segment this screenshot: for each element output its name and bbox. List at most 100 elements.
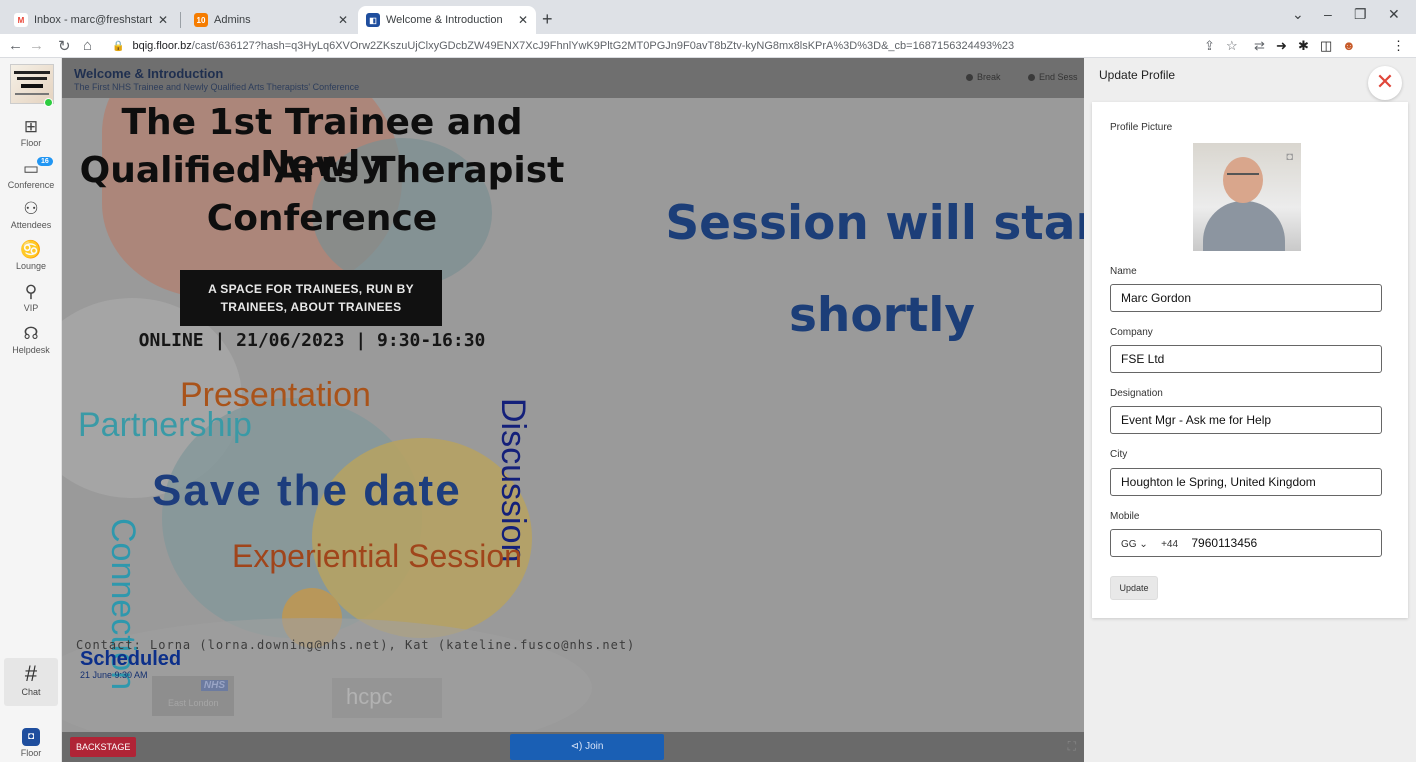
address-bar: ← → ↻ ⌂ 🔒 bqig.floor.bz /cast/636127?has… bbox=[0, 34, 1416, 58]
profile-picture-label: Profile Picture bbox=[1110, 122, 1173, 133]
admins-favicon-icon: 10 bbox=[194, 13, 208, 27]
url-host: bqig.floor.bz bbox=[132, 40, 192, 52]
close-tab-icon[interactable]: ✕ bbox=[338, 13, 348, 27]
sidebar-item-label: Helpdesk bbox=[12, 345, 50, 355]
share-icon[interactable]: ⇪ bbox=[1204, 38, 1215, 54]
poster-word-partnership: Partnership bbox=[78, 406, 252, 444]
designation-label: Designation bbox=[1110, 388, 1163, 399]
microphone-icon: ⚲ bbox=[24, 282, 38, 301]
close-window-icon[interactable]: ✕ bbox=[1388, 6, 1400, 23]
sidebar-item-helpdesk[interactable]: ☊ Helpdesk bbox=[0, 324, 62, 356]
bookmark-star-icon[interactable]: ☆ bbox=[1226, 38, 1238, 54]
hash-icon: # bbox=[24, 661, 38, 686]
session-subtitle: The First NHS Trainee and Newly Qualifie… bbox=[74, 82, 360, 92]
sidepanel-icon[interactable]: ◫ bbox=[1320, 38, 1332, 54]
browser-tab-bar: M Inbox - marc@freshstartevents.u ✕ 10 A… bbox=[0, 0, 1416, 34]
sidebar-item-vip[interactable]: ⚲ VIP bbox=[0, 282, 62, 314]
name-field[interactable]: Marc Gordon bbox=[1110, 284, 1382, 312]
tab-admins[interactable]: 10 Admins ✕ bbox=[186, 6, 356, 34]
sofa-icon: ♋ bbox=[20, 240, 42, 259]
minimize-icon[interactable]: – bbox=[1324, 6, 1332, 22]
menu-kebab-icon[interactable]: ⋮ bbox=[1392, 38, 1405, 54]
poster-word-experiential: Experiential Session bbox=[232, 538, 522, 574]
poster-tagline-box: A SPACE FOR TRAINEES, RUN BY TRAINEES, A… bbox=[180, 270, 442, 326]
close-tab-icon[interactable]: ✕ bbox=[518, 13, 528, 27]
stage-header: Welcome & Introduction The First NHS Tra… bbox=[62, 58, 1084, 98]
home-icon[interactable]: ⌂ bbox=[83, 37, 92, 54]
break-button[interactable]: Break bbox=[966, 72, 1001, 82]
join-button[interactable]: ⊲) Join bbox=[510, 734, 664, 760]
break-dot-icon bbox=[966, 73, 973, 81]
app-window: M Inbox - marc@freshstartevents.u ✕ 10 A… bbox=[0, 0, 1416, 762]
name-value: Marc Gordon bbox=[1121, 291, 1192, 305]
close-tab-icon[interactable]: ✕ bbox=[158, 13, 168, 27]
camera-icon[interactable]: ◘ bbox=[1286, 151, 1293, 163]
designation-field[interactable]: Event Mgr - Ask me for Help bbox=[1110, 406, 1382, 434]
tab-title: Inbox - marc@freshstartevents.u bbox=[34, 14, 152, 26]
country-code-select[interactable]: GG ⌄ bbox=[1121, 539, 1148, 550]
arrow-extension-icon[interactable]: ➜ bbox=[1276, 38, 1287, 54]
mobile-field: GG ⌄ +44 7960113456 bbox=[1110, 529, 1382, 557]
stage: Welcome & Introduction The First NHS Tra… bbox=[62, 58, 1084, 762]
support-icon: ☊ bbox=[23, 324, 39, 343]
tab-inbox[interactable]: M Inbox - marc@freshstartevents.u ✕ bbox=[6, 6, 176, 34]
url-field[interactable]: 🔒 bqig.floor.bz /cast/636127?hash=q3HyLq… bbox=[112, 37, 1202, 55]
fullscreen-icon[interactable]: ⛶ bbox=[1068, 739, 1076, 754]
tab-title: Welcome & Introduction bbox=[386, 14, 503, 26]
profile-avatar-icon[interactable]: ☻ bbox=[1342, 38, 1356, 53]
new-tab-icon[interactable]: + bbox=[542, 9, 553, 30]
tab-welcome[interactable]: ◧ Welcome & Introduction ✕ bbox=[358, 6, 536, 34]
back-icon[interactable]: ← bbox=[8, 37, 23, 54]
session-poster: The 1st Trainee and Newly Qualified Arts… bbox=[62, 98, 1084, 732]
mobile-number-input[interactable]: 7960113456 bbox=[1191, 536, 1257, 550]
sidebar-item-label: VIP bbox=[23, 303, 39, 313]
poster-title-line: Qualified Arts Therapist bbox=[79, 150, 565, 191]
forward-icon[interactable]: → bbox=[29, 37, 44, 54]
panel-title: Update Profile bbox=[1099, 68, 1176, 82]
sidebar-item-attendees[interactable]: ⚇ Attendees bbox=[0, 200, 62, 231]
poster-title-line: Conference bbox=[206, 198, 438, 239]
maximize-icon[interactable]: ❐ bbox=[1354, 6, 1367, 23]
scheduled-date: 21 June 9:30 AM bbox=[80, 670, 148, 680]
sidebar-item-label: Attendees bbox=[10, 220, 52, 230]
nhs-logo-subtext: East London bbox=[168, 698, 219, 708]
poster-save-the-date: Save the date bbox=[152, 466, 462, 515]
company-value: FSE Ltd bbox=[1121, 352, 1165, 366]
chat-label: Chat bbox=[21, 687, 41, 697]
sidebar-item-label: Lounge bbox=[15, 261, 47, 271]
profile-picture[interactable]: ◘ bbox=[1193, 143, 1301, 251]
puzzle-icon[interactable]: ✱ bbox=[1298, 38, 1309, 54]
sidebar-item-conference[interactable]: ▭ 16 Conference bbox=[0, 157, 62, 190]
online-status-dot bbox=[44, 98, 53, 107]
app-sidebar: ⊞ Floor ▭ 16 Conference ⚇ Attendees ♋ Lo… bbox=[0, 58, 62, 762]
backstage-button[interactable]: BACKSTAGE bbox=[70, 737, 137, 757]
floor-logo-icon: ◘ bbox=[22, 728, 40, 746]
mobile-label: Mobile bbox=[1110, 511, 1140, 522]
reload-icon[interactable]: ↻ bbox=[58, 37, 71, 55]
sidebar-item-floor[interactable]: ⊞ Floor bbox=[0, 117, 62, 149]
sidebar-item-label: Conference bbox=[7, 180, 55, 190]
tab-divider bbox=[180, 12, 181, 28]
designation-value: Event Mgr - Ask me for Help bbox=[1121, 413, 1272, 427]
chat-button[interactable]: # Chat bbox=[4, 658, 58, 706]
end-session-button[interactable]: End Sess bbox=[1028, 72, 1078, 82]
nhs-logo: NHS East London bbox=[152, 676, 234, 716]
dial-code: +44 bbox=[1161, 539, 1179, 550]
city-field[interactable]: Houghton le Spring, United Kingdom bbox=[1110, 468, 1382, 496]
close-panel-button[interactable]: ✕ bbox=[1368, 66, 1402, 100]
hcpc-logo: hcpc bbox=[332, 678, 442, 718]
floor-logo-button[interactable]: ◘ Floor bbox=[0, 726, 62, 758]
extension-icon[interactable]: ⇄ bbox=[1254, 38, 1265, 54]
session-start-message: Session will star shortly bbox=[622, 178, 1084, 362]
company-field[interactable]: FSE Ltd bbox=[1110, 345, 1382, 373]
end-session-label: End Sess bbox=[1039, 72, 1078, 82]
sidebar-item-lounge[interactable]: ♋ Lounge bbox=[0, 240, 62, 272]
update-button[interactable]: Update bbox=[1110, 576, 1158, 600]
poster-tagline-line: A SPACE FOR TRAINEES, RUN BY bbox=[208, 282, 414, 296]
session-message-line: shortly bbox=[788, 288, 976, 343]
update-profile-panel: Update Profile ✕ Profile Picture ◘ Name … bbox=[1084, 58, 1416, 762]
map-icon: ⊞ bbox=[23, 117, 39, 136]
poster-date-line: ONLINE | 21/06/2023 | 9:30-16:30 bbox=[138, 330, 486, 351]
tab-search-icon[interactable]: ⌄ bbox=[1292, 6, 1304, 23]
scheduled-label: Scheduled bbox=[80, 648, 182, 670]
